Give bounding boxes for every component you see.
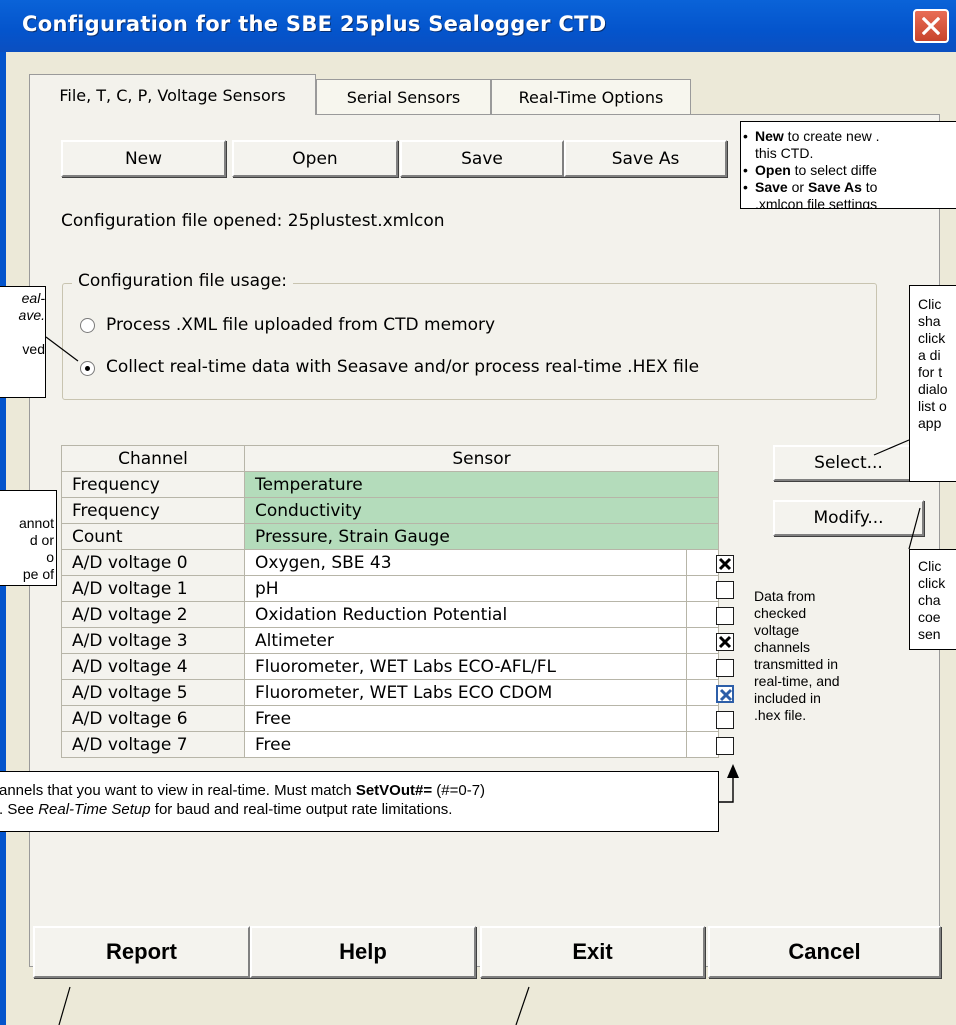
callout-line: pe of — [22, 566, 54, 582]
callout-usage-note: eal- ave. ved — [0, 286, 46, 398]
callout-line: Open to select diffe — [741, 162, 956, 179]
callout-line: sha — [918, 313, 941, 329]
callout-line: . See Real-Time Setup for baud and real-… — [0, 801, 453, 818]
callout-line: dialo — [918, 381, 948, 397]
callout-line: cha — [918, 592, 941, 608]
callout-line: click — [918, 575, 946, 591]
callout-line: .xmlcon file settings — [755, 196, 878, 209]
callout-line: o — [46, 549, 54, 565]
callout-file-operations: New to create new . this CTD. Open to se… — [740, 121, 956, 209]
callout-line: d or — [29, 532, 54, 548]
callout-line: Save or Save As to — [741, 179, 956, 196]
callout-line: Clic — [918, 296, 942, 312]
callout-select-note: Clic sha click a di for t dialo list o a… — [909, 285, 956, 482]
callout-line: app — [918, 415, 942, 431]
callout-line: Clic — [918, 558, 942, 574]
callout-line: annels that you want to view in real-tim… — [0, 782, 486, 799]
callout-line: click — [918, 330, 946, 346]
callout-line: this CTD. — [755, 145, 814, 161]
callout-line: coe — [918, 609, 941, 625]
callout-table-note: annot d or o pe of — [0, 490, 57, 586]
callout-line: ave. — [18, 307, 45, 323]
callout-line: ved — [22, 341, 45, 357]
callout-modify-note: Clic click cha coe sen — [909, 549, 956, 650]
callout-realtime-channels: annels that you want to view in real-tim… — [0, 771, 719, 832]
callout-line: sen — [918, 626, 941, 642]
callout-line — [2, 324, 45, 341]
callout-line: New to create new . — [741, 128, 956, 145]
callout-line: a di — [918, 347, 941, 363]
tab-file-sensors[interactable]: File, T, C, P, Voltage Sensors — [29, 74, 316, 115]
callout-line: for t — [918, 364, 943, 380]
callout-line: list o — [918, 398, 947, 414]
callout-line: annot — [18, 515, 54, 531]
tab-label: File, T, C, P, Voltage Sensors — [59, 85, 286, 105]
callout-line: eal- — [21, 290, 45, 306]
